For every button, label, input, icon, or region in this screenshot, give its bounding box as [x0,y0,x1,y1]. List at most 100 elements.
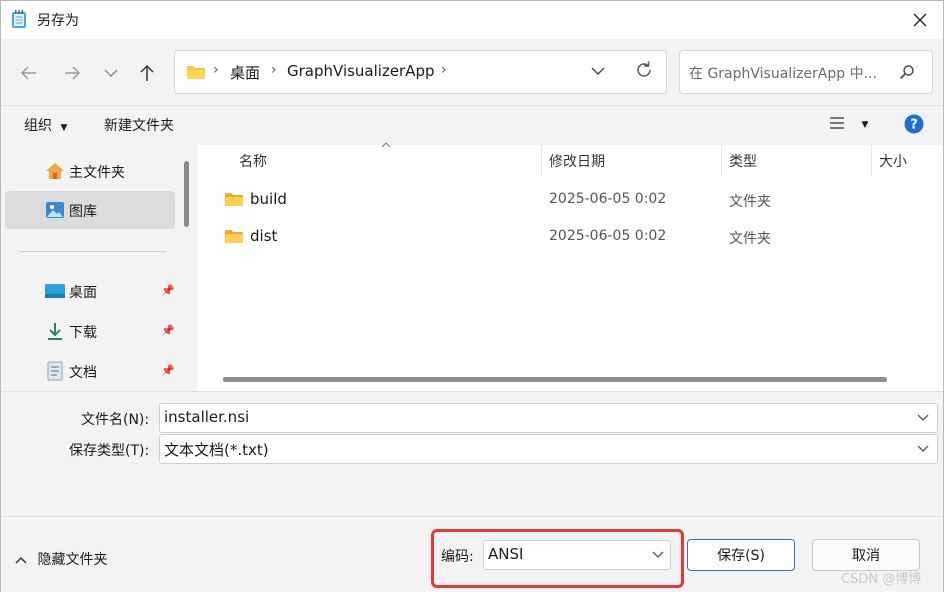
table-row[interactable]: dist 2025-06-05 0:02 文件夹 [197,220,943,254]
filetype-value: 文本文档(*.txt) [164,441,269,459]
encoding-label: 编码: [441,549,474,565]
sidebar-item-label: 主文件夹 [69,165,125,181]
organize-menu[interactable]: 组织 ▼ [24,115,67,135]
svg-text:?: ? [910,118,918,133]
window-title: 另存为 [37,13,79,29]
breadcrumb-current-folder[interactable]: GraphVisualizerApp [287,62,435,80]
breadcrumb-separator-icon: › [441,62,447,78]
chevron-down-icon [104,69,118,77]
pin-icon: 📌 [161,324,175,337]
pin-icon: 📌 [161,364,175,377]
column-header-name[interactable]: 名称 [239,151,267,171]
document-icon [47,361,63,381]
save-as-dialog: 另存为 › 桌面 › GraphVisualizerApp › 在 GraphV… [0,0,944,592]
pin-icon: 📌 [161,284,175,297]
cancel-button[interactable]: 取消 [812,539,920,571]
column-divider[interactable] [541,145,542,177]
home-icon [46,163,64,179]
table-row[interactable]: build 2025-06-05 0:02 文件夹 [197,183,943,217]
navigation-pane-scrollbar[interactable] [184,161,189,227]
file-list: 名称 修改日期 类型 大小 build 2025-06-05 0:02 文件夹 … [197,142,943,391]
column-header-type[interactable]: 类型 [729,151,757,171]
help-button[interactable]: ? [904,114,924,138]
recent-locations-button[interactable] [97,59,125,87]
sort-ascending-icon [381,142,391,148]
up-button[interactable] [133,59,161,87]
hide-folders-label: 隐藏文件夹 [37,552,108,568]
title-bar: 另存为 [1,1,943,39]
view-options-button[interactable]: ▼ [829,116,868,134]
search-box[interactable]: 在 GraphVisualizerApp 中... [679,50,933,94]
file-type: 文件夹 [729,231,771,247]
back-button[interactable] [15,59,43,87]
organize-label: 组织 [24,118,52,134]
desktop-icon [45,284,65,298]
chevron-down-icon [917,445,929,452]
navigation-pane: 主文件夹 图库 桌面 📌 下载 📌 文档 📌 [1,145,193,391]
address-history-dropdown[interactable] [591,64,605,80]
caret-down-icon: ▼ [861,120,869,130]
filename-field[interactable]: installer.nsi [159,403,938,433]
breadcrumb-separator-icon: › [213,62,219,78]
new-folder-button[interactable]: 新建文件夹 [104,115,174,135]
column-header-size[interactable]: 大小 [879,151,907,171]
refresh-button[interactable] [634,60,654,84]
address-bar[interactable]: › 桌面 › GraphVisualizerApp › [174,50,667,94]
watermark: CSDN @博博 [841,572,922,587]
filename-value[interactable]: installer.nsi [164,408,249,426]
breadcrumb-desktop[interactable]: 桌面 [230,62,260,83]
scrollbar-thumb[interactable] [223,377,887,382]
navigation-bar: › 桌面 › GraphVisualizerApp › 在 GraphVisua… [1,39,943,105]
file-modified: 2025-06-05 0:02 [549,228,667,244]
file-name: dist [250,227,278,245]
sidebar-item-gallery[interactable]: 图库 [5,191,175,229]
divider [19,251,166,252]
forward-button[interactable] [58,59,86,87]
column-divider[interactable] [871,145,872,177]
list-view-icon [830,117,844,129]
chevron-down-icon [652,551,664,558]
chevron-down-icon [591,67,605,75]
sidebar-item-downloads[interactable]: 下载 📌 [5,312,175,350]
command-bar: 组织 ▼ 新建文件夹 ▼ ? [1,105,943,146]
sidebar-item-label: 图库 [69,204,97,220]
refresh-icon [637,61,651,77]
filetype-select[interactable]: 文本文档(*.txt) [159,434,938,464]
arrow-up-icon [140,64,154,81]
arrow-right-icon [65,66,81,80]
sidebar-item-label: 桌面 [69,285,97,301]
file-name: build [250,190,287,208]
caret-down-icon: ▼ [60,123,68,133]
close-icon [913,13,927,27]
sidebar-item-home[interactable]: 主文件夹 [5,152,175,190]
file-type: 文件夹 [729,194,771,210]
filetype-label: 保存类型(T): [69,443,150,459]
filename-label: 文件名(N): [81,412,150,428]
chevron-up-icon [15,556,27,564]
encoding-select[interactable]: ANSI [483,540,671,570]
notepad-icon [12,10,26,28]
search-input[interactable]: 在 GraphVisualizerApp 中... [689,63,877,83]
help-icon: ? [904,114,924,134]
gallery-icon [46,202,64,218]
column-header-modified[interactable]: 修改日期 [549,151,605,171]
save-button[interactable]: 保存(S) [687,539,795,571]
arrow-left-icon [20,66,36,80]
column-divider[interactable] [721,145,722,177]
download-icon [48,323,62,340]
sidebar-item-desktop[interactable]: 桌面 📌 [5,272,175,310]
hide-folders-toggle[interactable]: 隐藏文件夹 [15,549,107,569]
close-button[interactable] [897,1,943,39]
file-modified: 2025-06-05 0:02 [549,191,667,207]
encoding-value: ANSI [488,545,524,563]
search-icon [899,65,914,80]
sidebar-item-label: 文档 [69,365,97,381]
folder-icon [187,66,205,79]
folder-icon [225,193,243,206]
folder-icon [225,230,243,243]
file-list-horizontal-scrollbar[interactable] [223,377,887,382]
sidebar-item-documents[interactable]: 文档 📌 [5,352,175,390]
save-form: 文件名(N): installer.nsi 保存类型(T): 文本文档(*.tx… [1,391,943,517]
chevron-down-icon[interactable] [917,414,929,422]
sidebar-item-label: 下载 [69,325,97,341]
